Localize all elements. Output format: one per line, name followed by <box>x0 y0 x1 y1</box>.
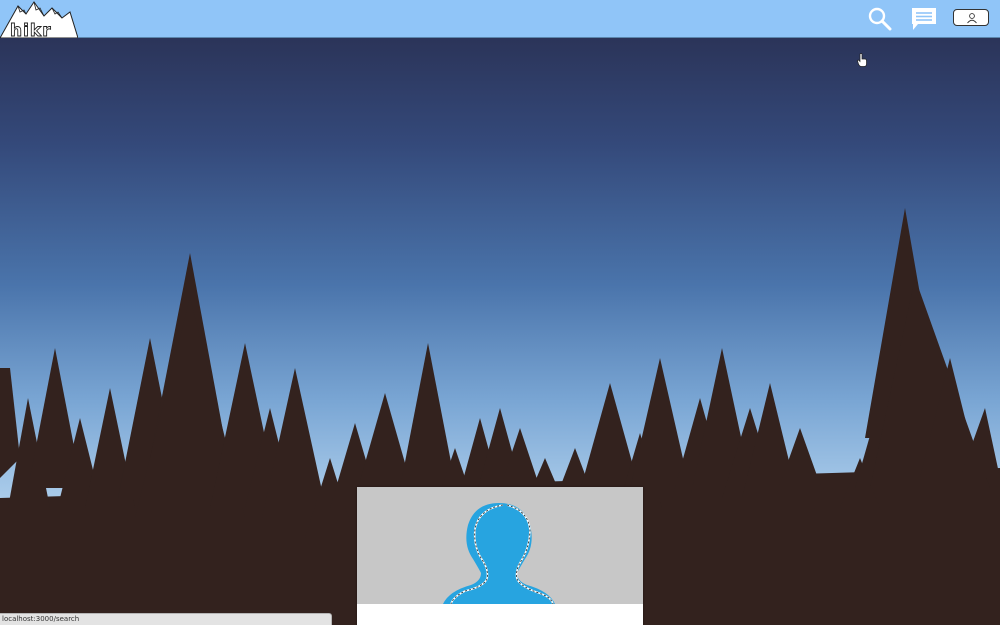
page: hikr localhost:3000/search <box>0 0 1000 625</box>
logo-text: hikr <box>10 21 52 38</box>
hand-cursor-icon <box>857 53 867 67</box>
search-icon[interactable] <box>866 6 894 32</box>
user-silhouette-icon <box>443 503 555 604</box>
status-url: localhost:3000/search <box>2 615 80 623</box>
hikr-logo[interactable]: hikr <box>0 0 78 38</box>
user-icon <box>967 13 977 24</box>
message-icon[interactable] <box>910 6 938 32</box>
avatar <box>357 487 643 604</box>
profile-card[interactable] <box>357 487 643 625</box>
profile-button[interactable] <box>953 9 989 26</box>
top-navbar: hikr <box>0 0 1000 38</box>
browser-status-bar: localhost:3000/search <box>0 613 332 625</box>
